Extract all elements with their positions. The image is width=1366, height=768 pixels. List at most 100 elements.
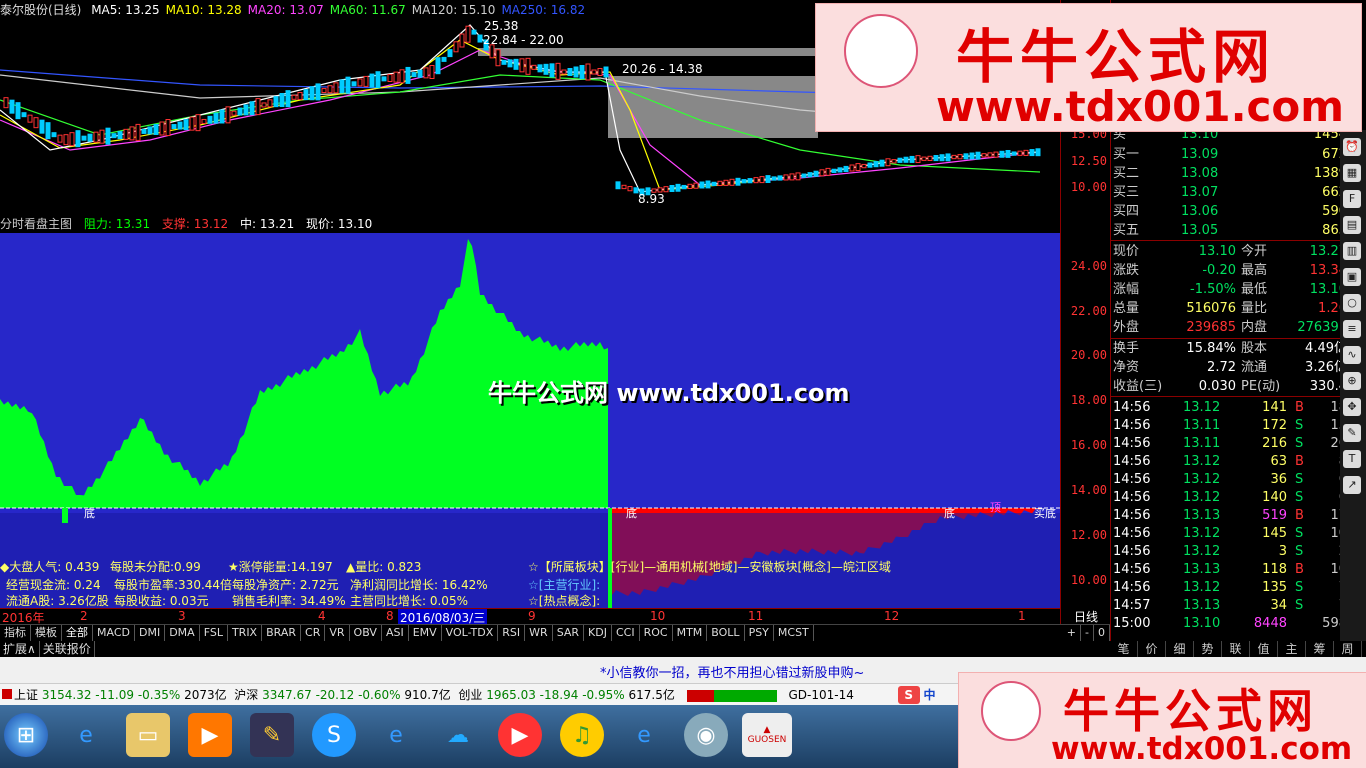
music-icon[interactable]: ♫ xyxy=(560,713,604,757)
indicator-tab[interactable]: WR xyxy=(525,625,553,641)
move-icon[interactable]: ✥ xyxy=(1343,398,1361,416)
indicator-tab[interactable]: TRIX xyxy=(228,625,263,641)
indicator-chart[interactable]: 底 底 底 顶 买底 牛牛公式网 www.tdx001.com ◆大盘人气: 0… xyxy=(0,233,1060,608)
info-message[interactable]: *小信教你一招，再也不用担心错过新股申购~ xyxy=(600,662,864,681)
candle xyxy=(711,181,717,187)
indicator-tab[interactable]: BRAR xyxy=(262,625,302,641)
text-icon[interactable]: T xyxy=(1343,450,1361,468)
quote-tab[interactable]: 笔 xyxy=(1110,641,1138,657)
stat-row: 现价 13.10 今开 13.27 xyxy=(1113,244,1347,259)
bid-row[interactable]: 买五 13.05 863 xyxy=(1111,222,1347,240)
pen-icon[interactable]: ✎ xyxy=(1343,424,1361,442)
indicator-tab[interactable]: ASI xyxy=(382,625,409,641)
expand-tab[interactable]: 扩展∧ xyxy=(0,641,40,657)
indicator-tab[interactable]: VR xyxy=(325,625,350,641)
indicator-tab[interactable]: MACD xyxy=(93,625,135,641)
quote-tab[interactable]: 价 xyxy=(1138,641,1166,657)
bid-row[interactable]: 买三 13.07 662 xyxy=(1111,184,1347,202)
indicator-tab[interactable]: 模板 xyxy=(31,625,62,641)
cow-mascot-icon xyxy=(844,14,918,88)
ie3-icon[interactable]: e xyxy=(622,713,666,757)
indicator-tab[interactable]: BOLL xyxy=(707,625,745,641)
candle xyxy=(555,62,561,80)
media-player-icon[interactable]: ▶ xyxy=(188,713,232,757)
ime-mode[interactable]: 中 xyxy=(924,688,936,702)
candle xyxy=(1035,148,1041,157)
date-tick: 2 xyxy=(80,609,88,623)
windows-start-icon[interactable]: ⊞ xyxy=(4,713,48,757)
browser-icon[interactable]: ◉ xyxy=(684,713,728,757)
zoom-icon[interactable]: ⊕ xyxy=(1343,372,1361,390)
candle xyxy=(723,179,729,186)
grid-icon[interactable]: ▤ xyxy=(1343,216,1361,234)
f10-icon[interactable]: F xyxy=(1343,190,1361,208)
zoom-out-button[interactable]: - xyxy=(1081,625,1094,641)
date-tick: 9 xyxy=(528,609,536,623)
candle xyxy=(447,49,453,58)
tool-icon[interactable]: ✎ xyxy=(250,713,294,757)
indicator-tab[interactable]: MTM xyxy=(673,625,708,641)
stat-icon[interactable]: ▥ xyxy=(1343,242,1361,260)
candle xyxy=(117,131,123,140)
resist-value: 13.31 xyxy=(115,217,151,231)
indicator-tab[interactable]: DMA xyxy=(165,625,200,641)
indicator-tab[interactable]: 指标 xyxy=(0,625,31,641)
quote-tab[interactable]: 细 xyxy=(1166,641,1194,657)
candle xyxy=(969,152,975,160)
wave-icon[interactable]: ∿ xyxy=(1343,346,1361,364)
indicator-tab[interactable]: PSY xyxy=(745,625,774,641)
sogou-ime-icon[interactable]: S xyxy=(897,686,920,704)
quote-tab[interactable]: 联 xyxy=(1222,641,1250,657)
mid-tick: 22.00 xyxy=(1070,304,1107,318)
related-quote-tab[interactable]: 关联报价 xyxy=(40,641,95,657)
ann-low: 8.93 xyxy=(638,192,665,206)
alarm-icon[interactable]: ⏰ xyxy=(1343,138,1361,156)
bid-row[interactable]: 买一 13.09 672 xyxy=(1111,146,1347,164)
indicator-tab[interactable]: ROC xyxy=(640,625,673,641)
video-icon[interactable]: ▶ xyxy=(498,713,542,757)
candle xyxy=(81,135,87,141)
chart-icon[interactable]: ▦ xyxy=(1343,164,1361,182)
quote-tab[interactable]: 值 xyxy=(1250,641,1278,657)
list-icon[interactable]: ≡ xyxy=(1343,320,1361,338)
reset-button[interactable]: 0 xyxy=(1094,625,1110,641)
indicator-tab[interactable]: DMI xyxy=(135,625,166,641)
candle xyxy=(837,167,843,173)
ie2-icon[interactable]: e xyxy=(374,713,418,757)
period-label[interactable]: 日线 xyxy=(1060,608,1111,624)
indicator-tab[interactable]: VOL-TDX xyxy=(442,625,499,641)
indicator-tab[interactable]: OBV xyxy=(350,625,382,641)
sz-label: 沪深 xyxy=(234,688,259,702)
ann-high: 25.38 xyxy=(484,19,518,33)
candle xyxy=(9,99,15,114)
indicator-tab[interactable]: CR xyxy=(301,625,326,641)
quote-tab[interactable]: 势 xyxy=(1194,641,1222,657)
guosen-icon[interactable]: ▲ GUOSEN xyxy=(742,713,792,757)
cloud-icon[interactable]: ☁ xyxy=(436,713,480,757)
layout-icon[interactable]: ▣ xyxy=(1343,268,1361,286)
folder-icon[interactable]: ▭ xyxy=(126,713,170,757)
quote-tab[interactable]: 筹 xyxy=(1306,641,1334,657)
candle xyxy=(531,64,537,70)
indicator-tab[interactable]: SAR xyxy=(553,625,585,641)
quote-tab[interactable]: 主 xyxy=(1278,641,1306,657)
trend-icon[interactable]: ↗ xyxy=(1343,476,1361,494)
fund-item: 经营现金流: 0.24 xyxy=(6,578,101,592)
ie-icon[interactable]: e xyxy=(64,713,108,757)
left-bar xyxy=(62,508,68,523)
indicator-tab[interactable]: EMV xyxy=(409,625,442,641)
candle xyxy=(825,167,831,176)
zoom-in-button[interactable]: + xyxy=(1063,625,1082,641)
indicator-tab[interactable]: CCI xyxy=(612,625,640,641)
quote-tab[interactable]: 周 xyxy=(1334,641,1362,657)
circle-icon[interactable]: ○ xyxy=(1343,294,1361,312)
marker-right-1: 底 xyxy=(944,507,955,520)
indicator-tab[interactable]: FSL xyxy=(200,625,228,641)
indicator-tab[interactable]: 全部 xyxy=(62,625,93,641)
bid-row[interactable]: 买四 13.06 590 xyxy=(1111,203,1347,221)
skype-icon[interactable]: S xyxy=(312,713,356,757)
indicator-tab[interactable]: RSI xyxy=(498,625,526,641)
indicator-tab[interactable]: KDJ xyxy=(584,625,612,641)
indicator-tab[interactable]: MCST xyxy=(774,625,814,641)
bid-row[interactable]: 买二 13.08 1389 xyxy=(1111,165,1347,183)
